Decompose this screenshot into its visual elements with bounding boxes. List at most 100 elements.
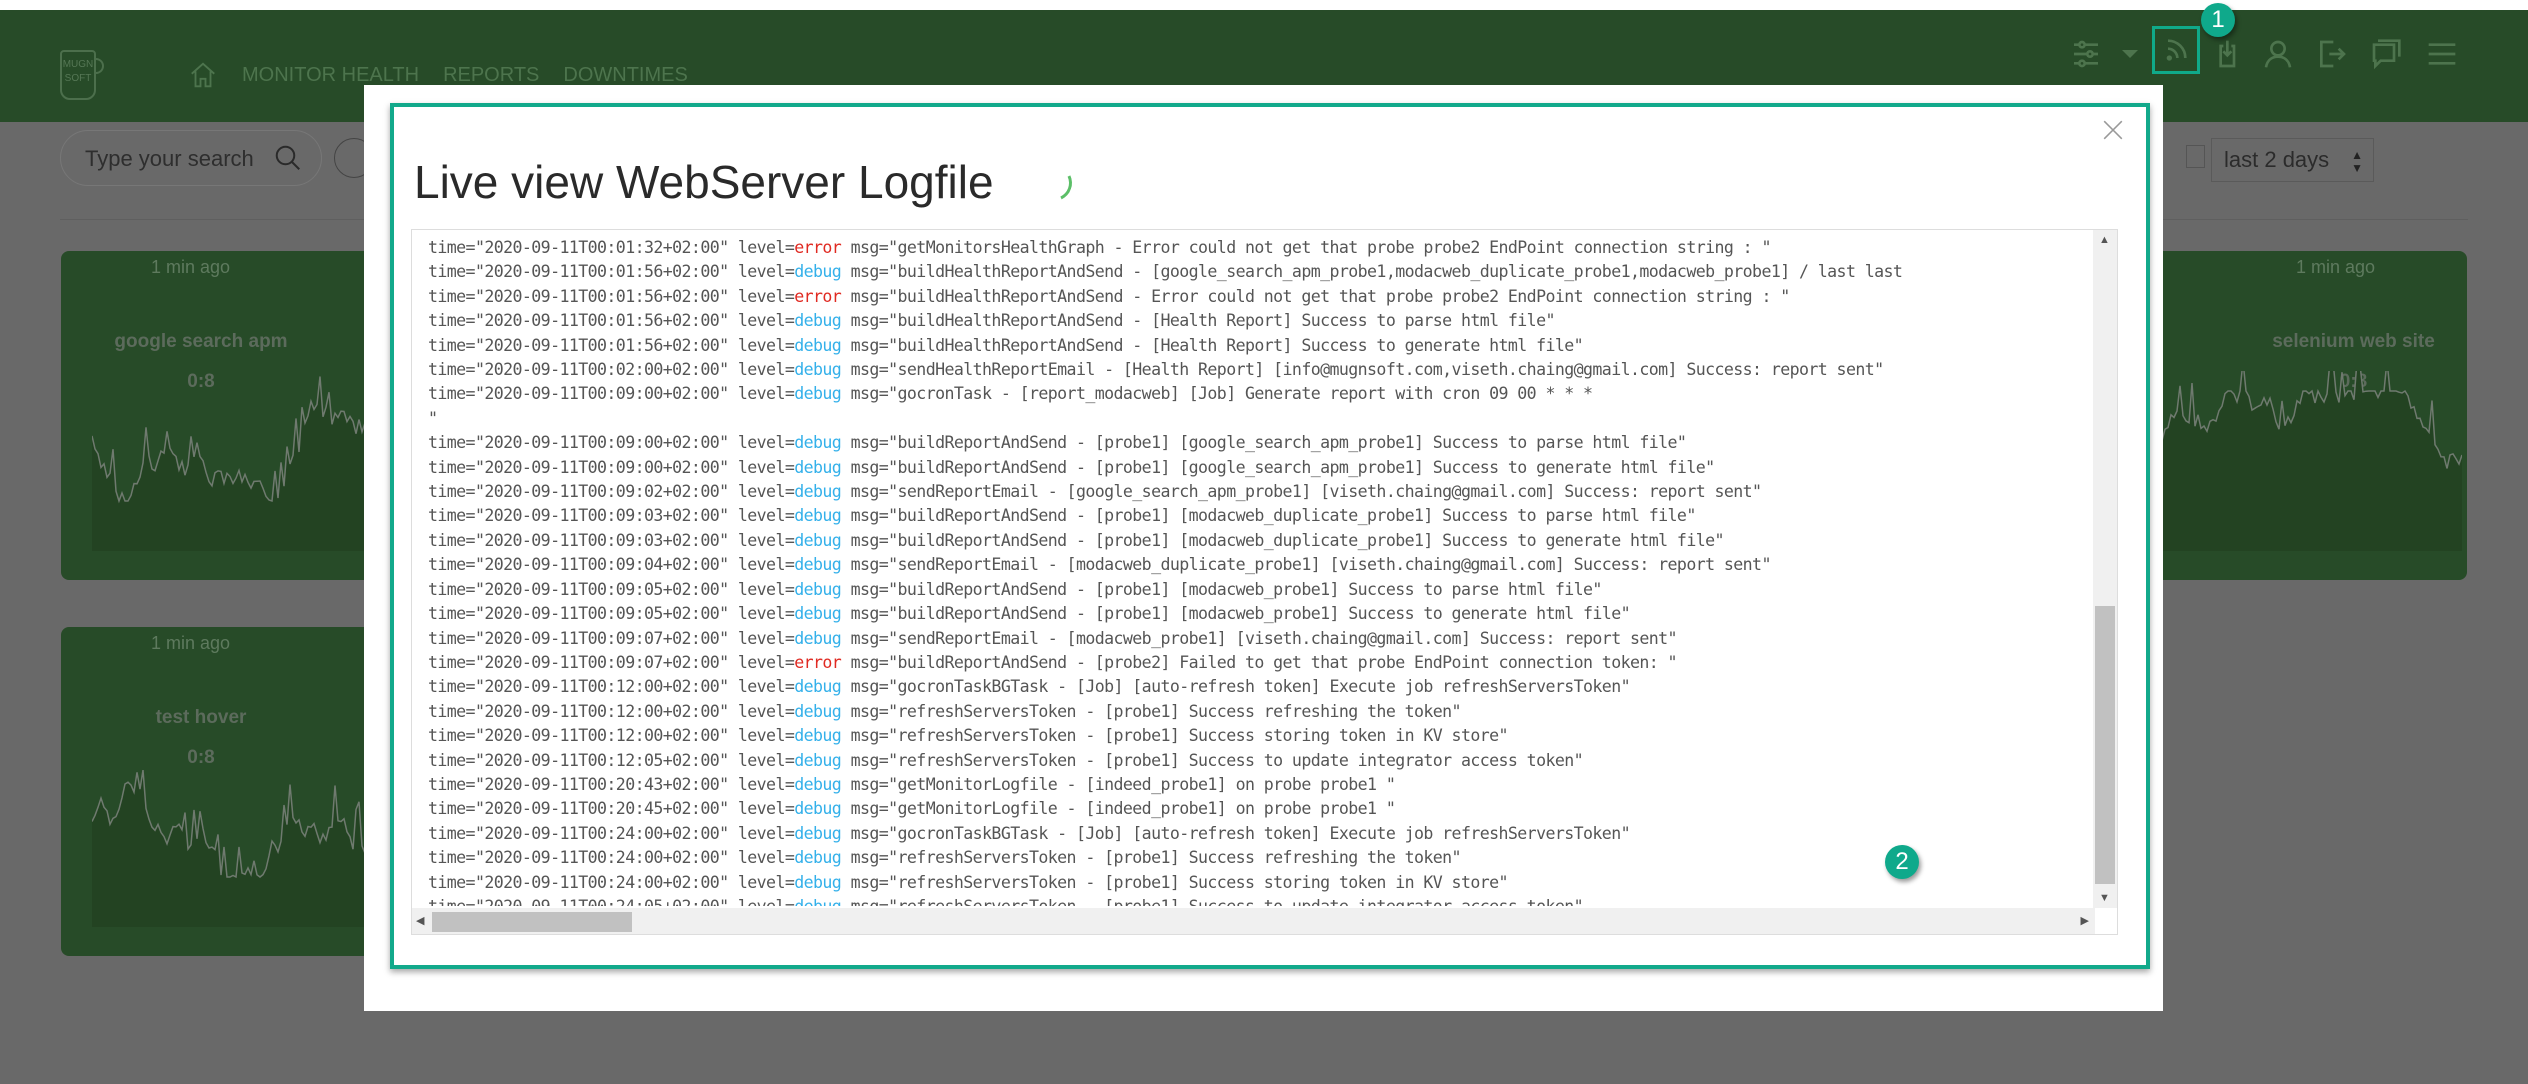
horizontal-scroll-thumb[interactable]: [432, 912, 632, 932]
log-time: 2020-09-11T00:24:05+02:00: [484, 897, 719, 906]
log-syntax: time=": [428, 799, 485, 819]
log-time: 2020-09-11T00:01:56+02:00: [484, 335, 720, 355]
user-icon[interactable]: [2254, 30, 2302, 78]
log-syntax: " level=: [719, 506, 795, 526]
log-syntax: msg=": [841, 506, 899, 526]
log-level: debug: [794, 677, 842, 697]
log-syntax: " level=: [719, 750, 795, 770]
log-msg: buildReportAndSend - [probe2] Failed to …: [897, 652, 1678, 672]
log-syntax: msg=": [841, 384, 899, 404]
range-select[interactable]: last 2 days ▲ ▼: [2211, 138, 2374, 182]
log-msg: buildReportAndSend - [probe1] [modacweb_…: [897, 506, 1697, 526]
log-syntax: msg=": [841, 628, 899, 648]
log-syntax: time=": [428, 482, 485, 502]
log-syntax: msg=": [841, 848, 899, 868]
log-line: time="2020-09-11T00:09:05+02:00" level=d…: [428, 578, 2089, 602]
search-icon[interactable]: [273, 143, 303, 173]
log-level: debug: [794, 262, 842, 282]
log-syntax: time=": [428, 555, 485, 575]
log-time: 2020-09-11T00:09:02+02:00: [484, 482, 720, 502]
modal-highlight-frame: Live view WebServer Logfile time="2020-0…: [390, 103, 2150, 969]
log-line: time="2020-09-11T00:24:00+02:00" level=d…: [428, 822, 2089, 846]
log-time: 2020-09-11T00:02:00+02:00: [484, 360, 720, 380]
log-line: time="2020-09-11T00:09:04+02:00" level=d…: [428, 553, 2089, 577]
log-time: 2020-09-11T00:09:00+02:00: [484, 384, 720, 404]
log-syntax: time=": [428, 726, 485, 746]
log-syntax: time=": [428, 897, 485, 906]
loading-spinner-icon: [1030, 159, 1078, 207]
log-syntax: " level=: [719, 799, 795, 819]
log-lines: time="2020-09-11T00:01:32+02:00" level=e…: [428, 236, 2089, 906]
log-time: 2020-09-11T00:12:00+02:00: [484, 726, 720, 746]
sliders-icon[interactable]: [2062, 30, 2110, 78]
log-msg: getMonitorsHealthGraph - Error could not…: [897, 238, 1772, 257]
scroll-right-icon[interactable]: ▶: [2081, 914, 2089, 927]
log-time: 2020-09-11T00:12:00+02:00: [484, 701, 720, 721]
home-icon[interactable]: [188, 60, 218, 90]
log-syntax: " level=: [719, 848, 795, 868]
log-syntax: time=": [428, 823, 485, 843]
log-syntax: " level=: [719, 897, 795, 906]
log-syntax: msg=": [841, 677, 899, 697]
log-syntax: " level=: [719, 774, 795, 794]
log-msg: buildReportAndSend - [probe1] [modacweb_…: [897, 604, 1631, 624]
log-syntax: time=": [428, 506, 485, 526]
close-icon[interactable]: [2102, 119, 2124, 141]
log-level: debug: [794, 555, 842, 575]
log-time: 2020-09-11T00:24:00+02:00: [484, 848, 720, 868]
sparkline-area: [2162, 371, 2462, 551]
scroll-left-icon[interactable]: ◀: [416, 914, 424, 927]
log-syntax: msg=": [841, 335, 899, 355]
log-line: time="2020-09-11T00:12:05+02:00" level=d…: [428, 749, 2089, 773]
log-syntax: " level=: [719, 652, 795, 672]
log-time: 2020-09-11T00:01:32+02:00: [484, 238, 720, 257]
search-box: [60, 130, 322, 186]
log-msg: refreshServersToken - [probe1] Success t…: [898, 897, 1584, 906]
horizontal-scrollbar[interactable]: ◀ ▶: [412, 908, 2095, 934]
log-syntax: time=": [428, 530, 485, 550]
log-level: debug: [794, 530, 842, 550]
log-syntax: msg=": [841, 799, 899, 819]
log-syntax: time=": [428, 360, 485, 380]
log-level: debug: [794, 457, 842, 477]
log-syntax: msg=": [841, 579, 899, 599]
logout-icon[interactable]: [2308, 30, 2356, 78]
log-level: debug: [794, 799, 842, 819]
log-time: 2020-09-11T00:24:00+02:00: [484, 872, 720, 892]
nav-monitor-health[interactable]: MONITOR HEALTH: [242, 64, 419, 87]
log-syntax: " level=: [719, 360, 795, 380]
log-line: time="2020-09-11T00:02:00+02:00" level=d…: [428, 358, 2089, 382]
log-syntax: time=": [428, 701, 485, 721]
nav-reports[interactable]: REPORTS: [443, 64, 539, 87]
log-msg: getMonitorLogfile - [indeed_probe1] on p…: [897, 799, 1396, 819]
log-time: 2020-09-11T00:09:04+02:00: [484, 555, 720, 575]
log-syntax: msg=": [841, 897, 899, 906]
caret-down-icon[interactable]: [2106, 30, 2154, 78]
modal-title: Live view WebServer Logfile: [414, 156, 994, 208]
log-line: time="2020-09-11T00:01:56+02:00" level=d…: [428, 260, 2089, 284]
download-icon[interactable]: [2206, 30, 2254, 78]
vertical-scrollbar[interactable]: ▲ ▼: [2093, 230, 2117, 908]
log-syntax: " level=: [719, 457, 795, 477]
card-updated: 1 min ago: [2296, 257, 2376, 277]
vertical-scroll-thumb[interactable]: [2095, 606, 2115, 884]
log-line: time="2020-09-11T00:01:56+02:00" level=e…: [428, 285, 2089, 309]
logo[interactable]: MUGN SOFT: [60, 50, 104, 100]
card-title: test hover: [155, 707, 247, 728]
search-input[interactable]: [83, 143, 277, 175]
log-viewer[interactable]: time="2020-09-11T00:01:32+02:00" level=e…: [411, 229, 2118, 935]
log-time: 2020-09-11T00:20:43+02:00: [484, 774, 720, 794]
log-msg: gocronTaskBGTask - [Job] [auto-refresh t…: [897, 823, 1631, 843]
scroll-up-icon[interactable]: ▲: [2099, 234, 2110, 246]
log-syntax: " level=: [719, 311, 795, 331]
nav-downtimes[interactable]: DOWNTIMES: [563, 64, 687, 87]
log-level: debug: [794, 701, 842, 721]
card-updated: 1 min ago: [151, 633, 231, 653]
log-syntax: " level=: [719, 555, 795, 575]
rss-icon[interactable]: [2152, 26, 2200, 74]
log-syntax: time=": [428, 579, 485, 599]
checkbox[interactable]: [2186, 145, 2205, 168]
menu-icon[interactable]: [2418, 30, 2466, 78]
scroll-down-icon[interactable]: ▼: [2099, 892, 2110, 904]
chat-icon[interactable]: [2362, 30, 2410, 78]
